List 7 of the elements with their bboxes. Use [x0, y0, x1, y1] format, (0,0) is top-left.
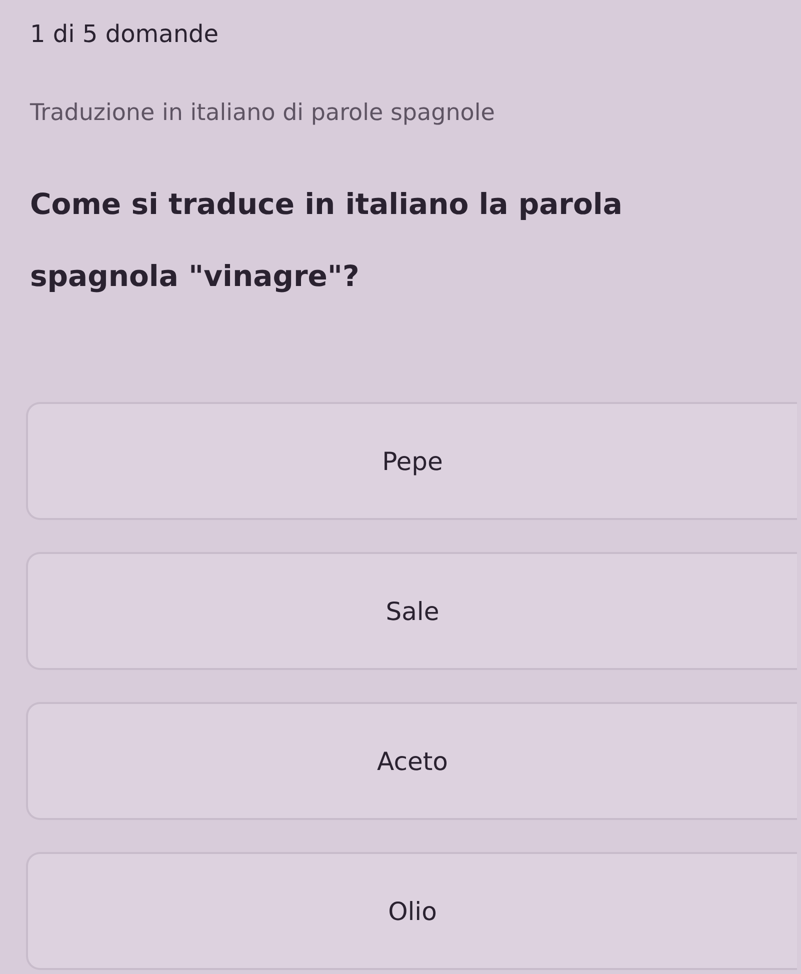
- answer-option[interactable]: Sale: [26, 552, 797, 670]
- question-counter: 1 di 5 domande: [30, 20, 219, 48]
- question-text: Come si traduce in italiano la parola spagnola "vinagre"?: [30, 186, 624, 295]
- answer-option[interactable]: Pepe: [26, 402, 797, 520]
- answer-option[interactable]: Aceto: [26, 702, 797, 820]
- answer-option[interactable]: Olio: [26, 852, 797, 970]
- quiz-topic: Traduzione in italiano di parole spagnole: [30, 100, 495, 126]
